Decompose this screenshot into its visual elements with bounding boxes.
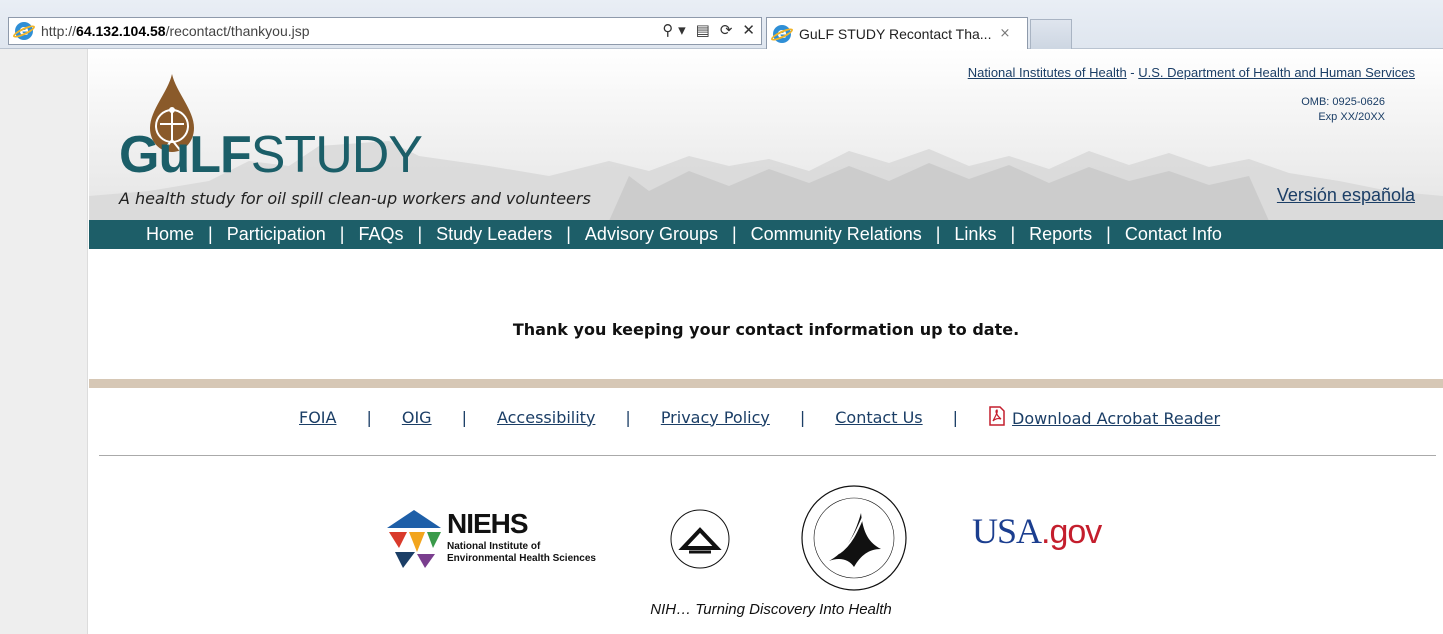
niehs-title: NIEHS [447, 508, 529, 539]
acrobat-link-wrap[interactable]: Download Acrobat Reader [988, 406, 1220, 428]
browser-chrome: e http://64.132.104.58/recontact/thankyo… [0, 0, 1443, 49]
tab-ie-icon: e [769, 24, 795, 43]
tab-title: GuLF STUDY Recontact Tha... [799, 25, 992, 42]
compat-view-icon[interactable]: ▤ [696, 21, 710, 39]
nav-community-relations[interactable]: Community Relations [751, 224, 922, 245]
nav-contact-info[interactable]: Contact Info [1125, 224, 1222, 245]
download-acrobat-link[interactable]: Download Acrobat Reader [1012, 409, 1220, 428]
nav-participation[interactable]: Participation [227, 224, 326, 245]
footer-foia-link[interactable]: FOIA [299, 408, 336, 427]
nav-study-leaders[interactable]: Study Leaders [436, 224, 552, 245]
footer-accessibility-link[interactable]: Accessibility [497, 408, 595, 427]
footer-privacy-policy-link[interactable]: Privacy Policy [661, 408, 770, 427]
site-tagline: A health study for oil spill clean-up wo… [119, 189, 591, 208]
usagov-logo[interactable]: USA.gov [972, 510, 1102, 552]
niehs-logo[interactable]: NIEHS National Institute of Environmenta… [385, 508, 615, 570]
thank-you-message: Thank you keeping your contact informati… [512, 320, 1020, 339]
stop-icon[interactable]: ✕ [742, 21, 755, 39]
nih-link[interactable]: National Institutes of Health [968, 65, 1127, 80]
search-icon[interactable]: ⚲ ▾ [662, 21, 685, 39]
nih-tagline: NIH… Turning Discovery Into Health [650, 601, 892, 618]
nav-links[interactable]: Links [954, 224, 996, 245]
main-nav: Home | Participation | FAQs | Study Lead… [89, 220, 1443, 249]
refresh-icon[interactable]: ⟳ [720, 21, 733, 39]
gulf-study-logo[interactable]: GuLFSTUDY [119, 125, 423, 185]
nih-seal-icon[interactable] [669, 508, 731, 570]
agency-links: National Institutes of Health - U.S. Dep… [967, 65, 1415, 80]
niehs-emblem-icon [387, 510, 441, 568]
pdf-icon [989, 406, 1005, 426]
omb-number: OMB: 0925-0626 Exp XX/20XX [1301, 96, 1385, 123]
footer-links: FOIA | OIG | Accessibility | Privacy Pol… [299, 406, 1221, 428]
footer-contact-us-link[interactable]: Contact Us [835, 408, 922, 427]
hhs-seal-icon[interactable] [799, 483, 909, 593]
browser-tab[interactable]: e GuLF STUDY Recontact Tha... × [766, 17, 1028, 49]
niehs-subtitle: National Institute of Environmental Heal… [447, 541, 596, 564]
url-text[interactable]: http://64.132.104.58/recontact/thankyou.… [41, 23, 310, 39]
nav-home[interactable]: Home [146, 224, 194, 245]
hhs-link[interactable]: U.S. Department of Health and Human Serv… [1138, 65, 1415, 80]
tab-close-icon[interactable]: × [999, 26, 1010, 41]
ie-icon: e [11, 22, 37, 40]
site-header: GuLFSTUDY A health study for oil spill c… [89, 49, 1443, 221]
address-bar[interactable]: e http://64.132.104.58/recontact/thankyo… [8, 17, 762, 45]
site-footer: FOIA | OIG | Accessibility | Privacy Pol… [89, 388, 1443, 634]
main-content: Thank you keeping your contact informati… [89, 249, 1443, 379]
footer-oig-link[interactable]: OIG [402, 408, 432, 427]
spanish-version-link[interactable]: Versión española [1277, 185, 1415, 206]
nav-faqs[interactable]: FAQs [358, 224, 403, 245]
nav-reports[interactable]: Reports [1029, 224, 1092, 245]
left-gutter [0, 49, 88, 634]
nav-advisory-groups[interactable]: Advisory Groups [585, 224, 718, 245]
content-divider [89, 379, 1443, 388]
footer-divider [99, 455, 1436, 456]
new-tab-button[interactable] [1030, 19, 1072, 49]
